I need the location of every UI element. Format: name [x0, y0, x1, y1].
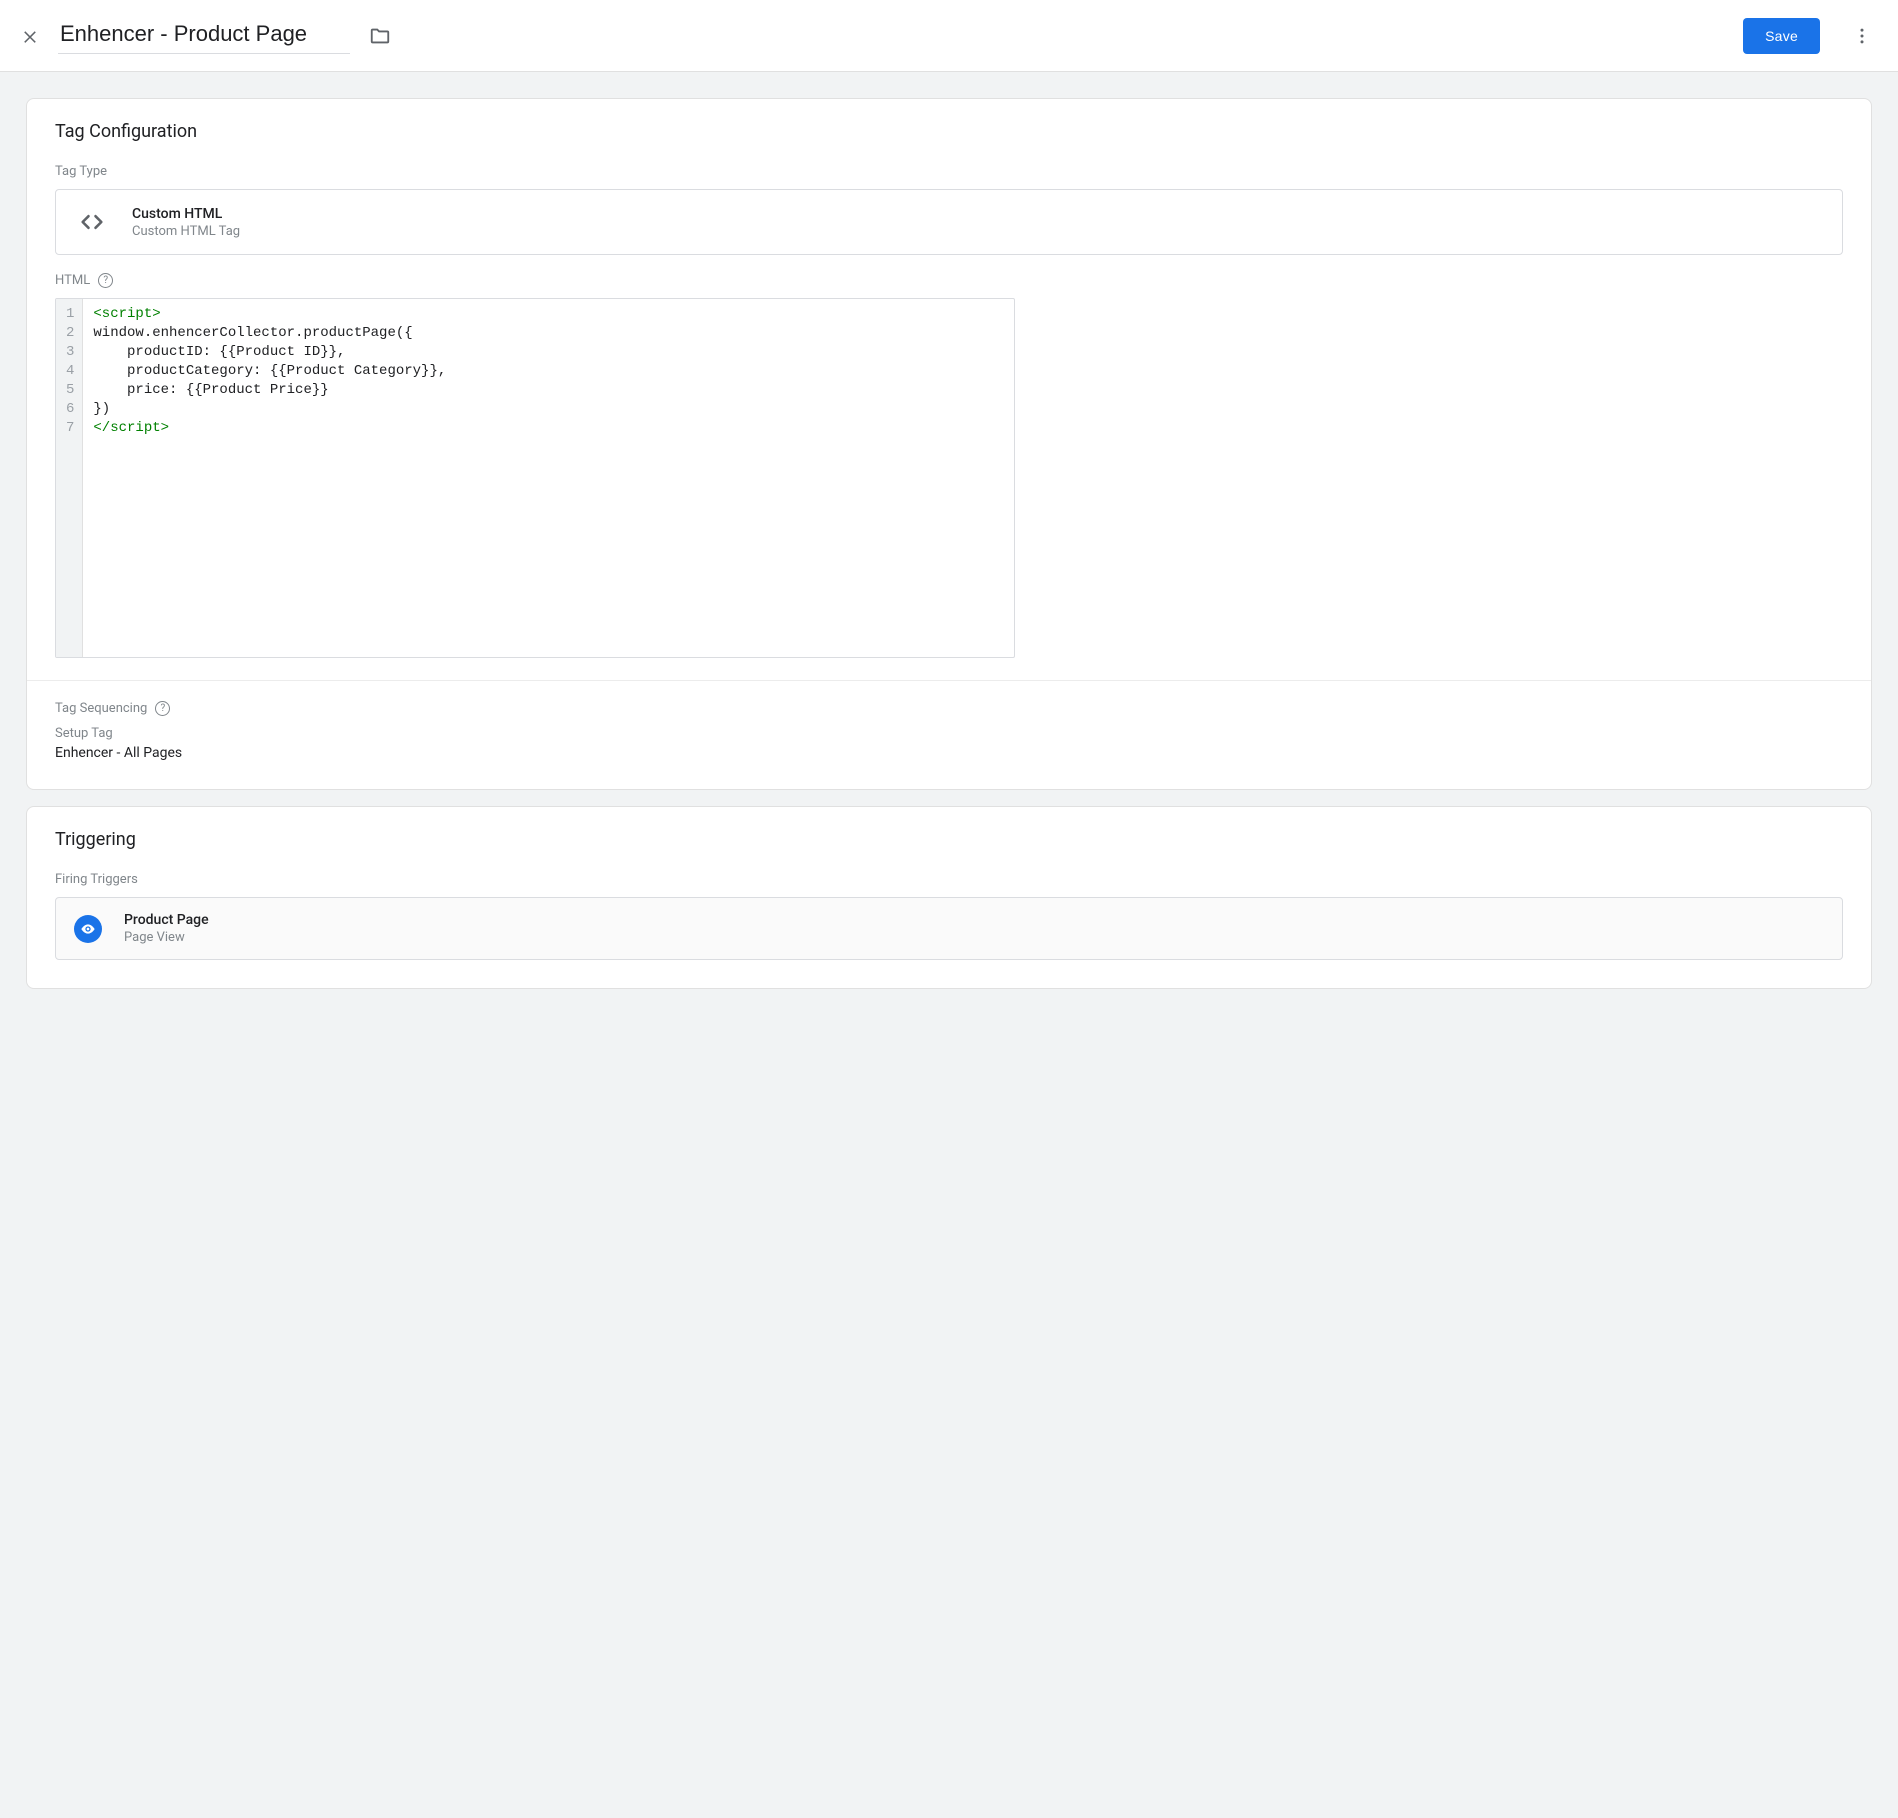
html-code-editor[interactable]: 1 2 3 4 5 6 7 <script> window.enhencerCo… — [55, 298, 1015, 658]
close-icon[interactable] — [18, 24, 42, 48]
code-gutter: 1 2 3 4 5 6 7 — [56, 299, 83, 657]
help-icon[interactable]: ? — [155, 701, 170, 716]
html-label: HTML — [55, 273, 90, 288]
folder-icon[interactable] — [368, 24, 392, 48]
trigger-name: Product Page — [124, 912, 209, 928]
triggering-title: Triggering — [55, 829, 1843, 850]
code-brackets-icon — [74, 204, 110, 240]
setup-tag-value: Enhencer - All Pages — [55, 745, 1843, 761]
tag-type-name: Custom HTML — [132, 206, 240, 222]
trigger-card[interactable]: Product Page Page View — [55, 897, 1843, 960]
firing-triggers-label: Firing Triggers — [55, 872, 1843, 887]
tag-type-card[interactable]: Custom HTML Custom HTML Tag — [55, 189, 1843, 255]
tag-sequencing-label: Tag Sequencing — [55, 701, 147, 716]
triggering-panel: Triggering Firing Triggers Product Page … — [26, 806, 1872, 989]
tag-configuration-title: Tag Configuration — [55, 121, 1843, 142]
code-body[interactable]: <script> window.enhencerCollector.produc… — [83, 299, 1014, 657]
tag-type-subtitle: Custom HTML Tag — [132, 224, 240, 239]
tag-configuration-panel: Tag Configuration Tag Type Custom HTML C… — [26, 98, 1872, 790]
topbar: Save — [0, 0, 1898, 72]
help-icon[interactable]: ? — [98, 273, 113, 288]
trigger-type: Page View — [124, 930, 209, 945]
tag-name-input[interactable] — [58, 17, 350, 54]
divider — [27, 680, 1871, 681]
save-button[interactable]: Save — [1743, 18, 1820, 54]
setup-tag-label: Setup Tag — [55, 726, 1843, 741]
more-menu-icon[interactable] — [1844, 18, 1880, 54]
tag-type-label: Tag Type — [55, 164, 1843, 179]
pageview-eye-icon — [74, 915, 102, 943]
